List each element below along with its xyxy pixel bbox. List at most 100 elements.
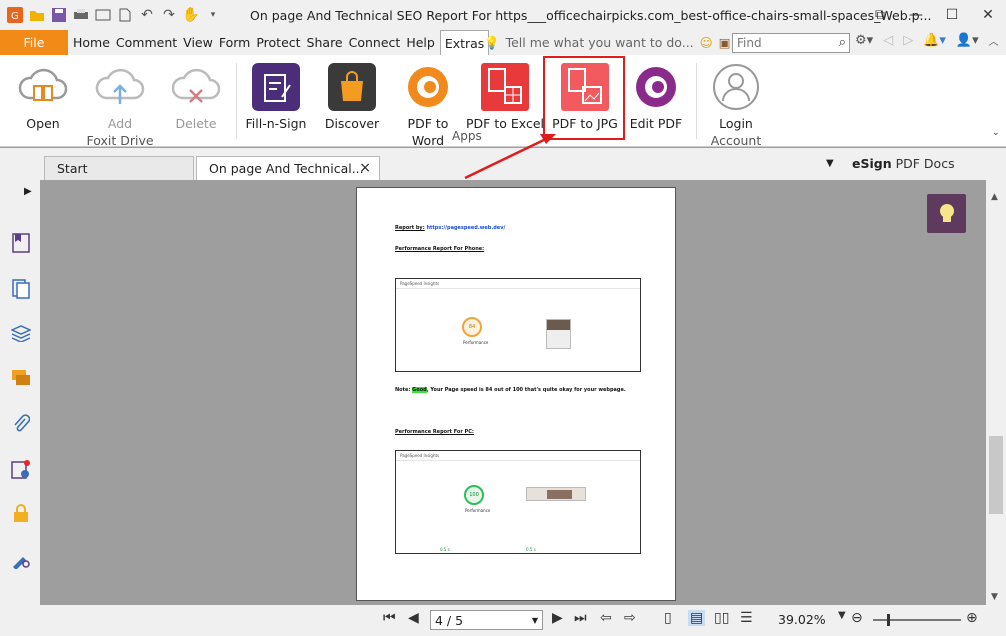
discover-button[interactable]: Discover	[320, 55, 384, 132]
undo-icon[interactable]: ↶	[138, 6, 156, 24]
continuous-page-icon[interactable]: ▤	[688, 610, 706, 626]
pc-score-gauge: 100	[464, 485, 484, 505]
signature-icon[interactable]	[10, 458, 32, 480]
last-page-icon[interactable]: ⏭	[574, 610, 587, 626]
tell-me-text: Tell me what you want to do...	[505, 35, 694, 50]
menu-connect[interactable]: Connect	[346, 30, 404, 55]
scroll-down-icon[interactable]: ▼	[991, 592, 998, 602]
delete-button[interactable]: Delete	[166, 55, 226, 132]
collapse-ribbon-icon[interactable]: ︿	[989, 33, 999, 48]
tab-start[interactable]: Start	[44, 156, 194, 180]
title-bar: G ↶ ↷ ✋ ▾ On page And Technical SEO Repo…	[0, 0, 1006, 30]
tell-me-search[interactable]: 💡 Tell me what you want to do... ☺ ▣	[484, 30, 731, 55]
discover-label: Discover	[324, 116, 380, 131]
idea-lightbulb-button[interactable]	[927, 194, 966, 233]
continuous-facing-icon[interactable]: ☰	[740, 610, 753, 626]
bookmark-icon[interactable]	[10, 232, 32, 254]
phone-score-gauge: 84	[462, 317, 482, 337]
edit-pdf-icon	[630, 61, 682, 113]
fill-sign-icon	[250, 61, 302, 113]
menu-comment[interactable]: Comment	[113, 30, 180, 55]
first-page-icon[interactable]: ⏮	[383, 610, 396, 626]
lightbulb-icon: 💡	[484, 34, 500, 50]
layers-icon[interactable]	[10, 322, 32, 344]
close-button[interactable]: ✕	[970, 0, 1006, 30]
window-title: On page And Technical SEO Report For htt…	[250, 8, 932, 23]
menu-help[interactable]: Help	[403, 30, 438, 55]
certificate-icon[interactable]	[10, 548, 32, 570]
ribbon-expand-icon[interactable]: ⌄	[992, 127, 1000, 138]
menu-home[interactable]: Home	[70, 30, 113, 55]
menu-extras[interactable]: Extras	[439, 30, 490, 55]
menu-protect[interactable]: Protect	[253, 30, 303, 55]
page-number-input[interactable]: 4 / 5 ▼	[430, 610, 543, 630]
open-button[interactable]: Open	[12, 55, 74, 132]
note-highlight: Good	[412, 387, 427, 393]
single-page-icon[interactable]: ▯	[664, 610, 672, 626]
comments-icon[interactable]	[10, 367, 32, 389]
previous-page-icon[interactable]: ◀	[408, 610, 419, 626]
new-icon[interactable]	[116, 6, 134, 24]
zoom-in-icon[interactable]: ⊕	[966, 610, 978, 626]
window-controls: ⧉ — ☐ ✕	[862, 0, 1006, 30]
menu-form[interactable]: Form	[216, 30, 254, 55]
store-icon[interactable]: ▣	[719, 35, 731, 50]
login-account-button[interactable]: Login Account	[704, 55, 768, 149]
apps-group-label: Apps	[452, 129, 482, 143]
esign-pdf-docs-banner[interactable]: eSign PDF Docs	[852, 156, 955, 171]
phone-preview-thumb	[546, 319, 571, 349]
hand-tool-icon[interactable]: ✋	[182, 6, 200, 24]
zoom-slider[interactable]	[873, 614, 961, 626]
notification-bell-icon[interactable]: 🔔▾	[923, 33, 946, 48]
menu-view[interactable]: View	[180, 30, 216, 55]
note-prefix: Note:	[395, 387, 413, 393]
pages-thumbnail-icon[interactable]	[10, 278, 32, 300]
lightbulb-icon	[939, 203, 954, 222]
edit-pdf-button[interactable]: Edit PDF	[624, 55, 688, 132]
scan-icon[interactable]	[94, 6, 112, 24]
redo-icon[interactable]: ↷	[160, 6, 178, 24]
zoom-level[interactable]: 39.02%	[778, 612, 826, 627]
maximize-button[interactable]: ☐	[934, 0, 970, 30]
restore-layout-icon[interactable]: ⧉	[862, 0, 898, 30]
open-folder-icon[interactable]	[28, 6, 46, 24]
settings-gear-icon[interactable]: ⚙▾	[855, 33, 873, 48]
menu-share[interactable]: Share	[304, 30, 346, 55]
next-view-icon[interactable]: ⇨	[624, 610, 636, 626]
facing-page-icon[interactable]: ▯▯	[714, 610, 729, 626]
account-label: Account	[710, 133, 762, 148]
zoom-dropdown-icon[interactable]: ▼	[838, 610, 846, 621]
customize-dropdown-icon[interactable]: ▾	[204, 6, 222, 24]
previous-view-icon[interactable]: ⇦	[600, 610, 612, 626]
page-dropdown-icon[interactable]: ▼	[532, 616, 538, 625]
scroll-up-icon[interactable]: ▲	[991, 192, 998, 202]
minimize-button[interactable]: —	[898, 0, 934, 30]
file-menu[interactable]: File	[0, 30, 68, 55]
tab-document[interactable]: On page And Technical... ×	[196, 156, 380, 180]
panel-expand-arrow-icon[interactable]: ▶	[24, 186, 32, 197]
zoom-out-icon[interactable]: ⊖	[851, 610, 863, 626]
fill-n-sign-button[interactable]: Fill-n-Sign	[244, 55, 308, 132]
zoom-slider-knob[interactable]	[887, 614, 890, 626]
previous-icon[interactable]: ◁	[883, 33, 893, 48]
tab-list-dropdown-icon[interactable]: ▼	[826, 158, 834, 169]
pdf-to-excel-button[interactable]: PDF to Excel	[466, 55, 544, 132]
page-number-value: 4 / 5	[435, 612, 464, 628]
pc-heading-text: Performance Report For PC:	[395, 429, 474, 435]
attachments-icon[interactable]	[10, 412, 32, 434]
next-page-icon[interactable]: ▶	[552, 610, 563, 626]
search-icon[interactable]: ⌕	[839, 35, 846, 50]
add-foxit-drive-button[interactable]: Add Foxit Drive	[84, 55, 156, 149]
vertical-scrollbar[interactable]: ▲ ▼	[986, 180, 1006, 605]
close-tab-icon[interactable]: ×	[359, 160, 371, 176]
print-icon[interactable]	[72, 6, 90, 24]
security-lock-icon[interactable]	[10, 502, 32, 524]
find-input[interactable]: Find ⌕	[732, 33, 850, 53]
report-by-url[interactable]: https://pagespeed.web.dev/	[425, 225, 505, 231]
next-icon[interactable]: ▷	[903, 33, 913, 48]
user-icon[interactable]: 👤▾	[956, 33, 979, 48]
psi-title-phone: PageSpeed Insights	[400, 281, 440, 286]
scrollbar-thumb[interactable]	[989, 436, 1003, 514]
save-icon[interactable]	[50, 6, 68, 24]
smiley-icon[interactable]: ☺	[700, 35, 713, 50]
